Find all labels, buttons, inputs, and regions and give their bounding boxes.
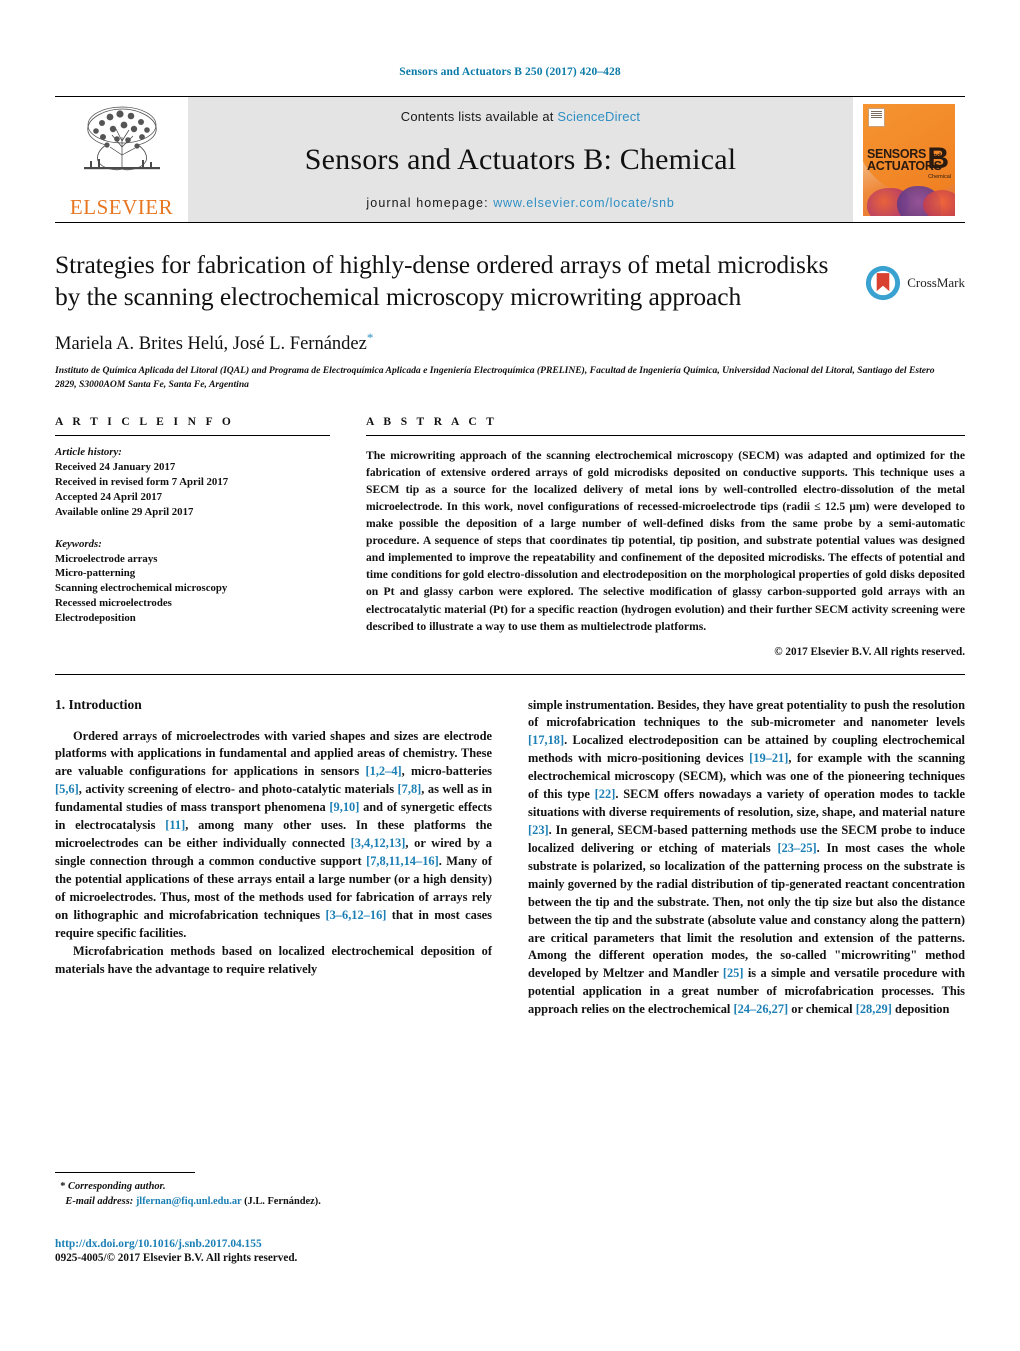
journal-homepage-line: journal homepage: www.elsevier.com/locat… (366, 196, 674, 210)
history-item: Accepted 24 April 2017 (55, 490, 163, 503)
keyword-item: Microelectrode arrays (55, 552, 158, 565)
crossmark-label: CrossMark (907, 275, 965, 291)
crossmark-icon (866, 266, 901, 301)
footnote-block: * Corresponding author. E-mail address: … (55, 1172, 492, 1210)
email-note: E-mail address: jlfernan@fiq.unl.edu.ar … (55, 1195, 492, 1210)
citation-link[interactable]: [24–26,27] (733, 1002, 788, 1016)
citation-link[interactable]: [23] (528, 823, 549, 837)
doi-block: http://dx.doi.org/10.1016/j.snb.2017.04.… (55, 1238, 555, 1264)
info-rule (55, 435, 330, 437)
corresponding-marker: * (60, 1181, 66, 1192)
keywords-label: Keywords: (55, 537, 102, 550)
history-item: Received 24 January 2017 (55, 461, 176, 474)
contents-prefix: Contents lists available at (400, 109, 558, 124)
elsevier-logo: ELSEVIER (55, 97, 188, 222)
contents-list-line: Contents lists available at ScienceDirec… (401, 109, 640, 124)
article-history-block: Article history: Received 24 January 201… (55, 445, 330, 519)
title-column: Strategies for fabrication of highly-den… (55, 249, 845, 313)
author-list: Mariela A. Brites Helú, José L. Fernánde… (55, 330, 965, 355)
citation-link[interactable]: [23–25] (777, 841, 816, 855)
cover-letter-sub: Chemical (928, 173, 951, 180)
running-head: Sensors and Actuators B 250 (2017) 420–4… (399, 66, 621, 78)
citation-link[interactable]: [5,6] (55, 782, 79, 796)
keyword-item: Micro-patterning (55, 567, 136, 580)
page-title: Strategies for fabrication of highly-den… (55, 250, 829, 312)
abstract-heading: A B S T R A C T (366, 416, 498, 429)
citation-link[interactable]: [25] (723, 966, 744, 980)
cover-letter-b: B (927, 141, 949, 175)
corresponding-author-marker: * (366, 330, 374, 346)
homepage-prefix: journal homepage: (366, 196, 494, 210)
corresponding-label: Corresponding author. (68, 1181, 166, 1192)
body-column-left: 1. Introduction Ordered arrays of microe… (55, 697, 492, 1020)
doi-link[interactable]: http://dx.doi.org/10.1016/j.snb.2017.04.… (55, 1238, 555, 1250)
keyword-item: Scanning electrochemical microscopy (55, 582, 228, 595)
citation-link[interactable]: [22] (595, 787, 616, 801)
body-column-right: simple instrumentation. Besides, they ha… (528, 697, 965, 1020)
keyword-item: Electrodeposition (55, 612, 136, 625)
abstract-rule (366, 435, 965, 437)
paper-page: Sensors and Actuators B 250 (2017) 420–4… (0, 0, 1020, 1351)
paragraph: Microfabrication methods based on locali… (55, 943, 492, 976)
authors-names: Mariela A. Brites Helú, José L. Fernánde… (55, 334, 367, 355)
email-label: E-mail address: (65, 1195, 134, 1207)
citation-link[interactable]: [28,29] (856, 1002, 892, 1016)
cover-elsevier-mini-logo (868, 107, 885, 127)
footnote-rule (55, 1172, 195, 1173)
affiliation: Instituto de Química Aplicada del Litora… (55, 365, 935, 391)
citation-link[interactable]: [19–21] (749, 751, 788, 765)
abstract-column: A B S T R A C T The microwriting approac… (366, 416, 965, 658)
citation-link[interactable]: [17,18] (528, 733, 564, 747)
article-info-column: A R T I C L E I N F O Article history: R… (55, 416, 330, 657)
abstract-bottom-rule (55, 673, 965, 675)
history-item: Available online 29 April 2017 (55, 505, 194, 518)
abstract-copyright: © 2017 Elsevier B.V. All rights reserved… (774, 645, 965, 658)
info-abstract-wrapper: A R T I C L E I N F O Article history: R… (55, 416, 965, 658)
history-label: Article history: (55, 446, 122, 459)
issn-copyright-line: 0925-4005/© 2017 Elsevier B.V. All right… (55, 1252, 298, 1264)
citation-link[interactable]: [7,8] (398, 782, 422, 796)
masthead-center: Contents lists available at ScienceDirec… (188, 97, 853, 222)
elsevier-wordmark: ELSEVIER (69, 195, 174, 219)
citation-link[interactable]: [3–6,12–16] (325, 908, 386, 922)
citation-link[interactable]: [1,2–4] (366, 764, 402, 778)
abstract-text: The microwriting approach of the scannin… (366, 449, 965, 633)
email-suffix: (J.L. Fernández). (244, 1195, 321, 1207)
citation-link[interactable]: [3,4,12,13] (351, 836, 406, 850)
section-heading-introduction: 1. Introduction (55, 696, 142, 712)
paragraph: Ordered arrays of microelectrodes with v… (55, 728, 493, 940)
cover-blob-orange-icon (923, 189, 955, 216)
cover-art: SENSORS and ACTUATORS B Chemical (863, 103, 955, 216)
email-link[interactable]: jlfernan@fiq.unl.edu.ar (136, 1196, 242, 1207)
citation-link[interactable]: [9,10] (329, 800, 359, 814)
body-columns: 1. Introduction Ordered arrays of microe… (55, 697, 965, 1020)
history-item: Received in revised form 7 April 2017 (55, 476, 229, 488)
article-info-heading: A R T I C L E I N F O (55, 416, 235, 429)
elsevier-tree-icon (83, 106, 160, 171)
keyword-item: Recessed microelectrodes (55, 597, 172, 610)
paragraph: simple instrumentation. Besides, they ha… (528, 697, 965, 1017)
crossmark-badge[interactable]: CrossMark (865, 253, 965, 313)
citation-link[interactable]: [7,8,11,14–16] (366, 854, 439, 868)
journal-masthead: ELSEVIER Contents lists available at Sci… (55, 96, 965, 223)
crossmark-column: CrossMark (845, 249, 965, 313)
journal-homepage-link[interactable]: www.elsevier.com/locate/snb (493, 196, 674, 210)
journal-title: Sensors and Actuators B: Chemical (304, 143, 737, 176)
corresponding-author-note: * Corresponding author. (55, 1180, 492, 1195)
title-row: Strategies for fabrication of highly-den… (55, 249, 965, 313)
keywords-block: Keywords: Microelectrode arrays Micro-pa… (55, 537, 330, 626)
sciencedirect-link[interactable]: ScienceDirect (557, 109, 640, 124)
journal-cover-thumbnail: SENSORS and ACTUATORS B Chemical (853, 97, 965, 222)
citation-link[interactable]: [11] (165, 818, 185, 832)
